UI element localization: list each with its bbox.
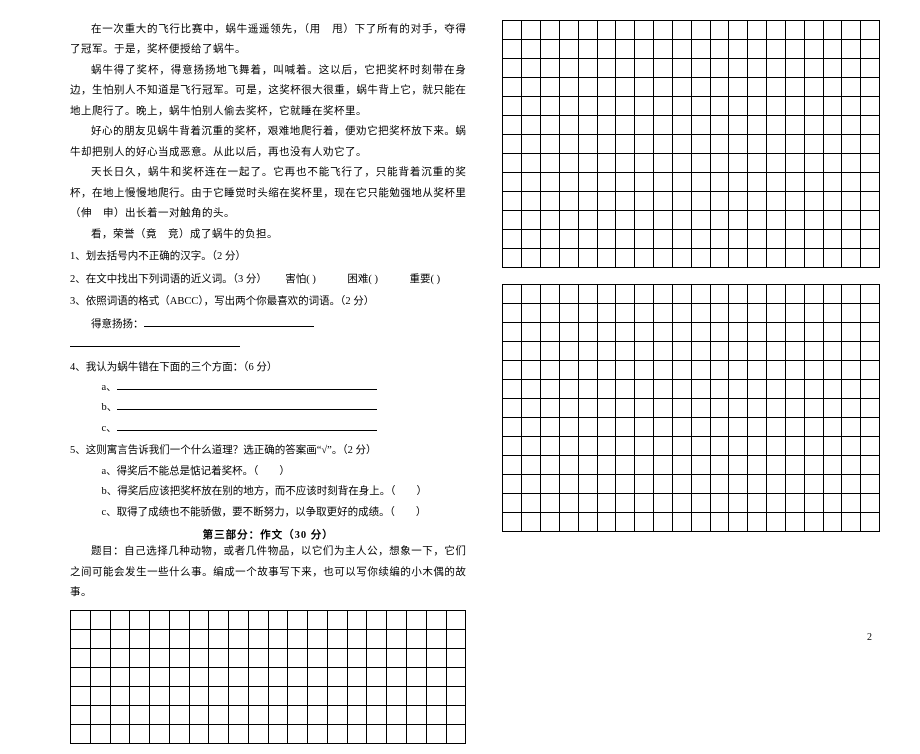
q3a-label: 得意扬扬：	[91, 319, 144, 330]
passage-p4: 天长日久，蜗牛和奖杯连在一起了。它再也不能飞行了，只能背着沉重的奖杯，在地上慢慢…	[70, 163, 466, 224]
q4a-line: a、	[70, 378, 466, 398]
q2-w3: ) 重要(	[375, 274, 435, 285]
blank[interactable]	[144, 315, 314, 327]
question-1: 1、划去括号内不正确的汉字。（2 分）	[70, 247, 466, 267]
q4b-line: b、	[70, 398, 466, 418]
writing-grid-right-bottom[interactable]	[502, 284, 880, 532]
passage-p5: 看，荣誉（竟 竞）成了蜗牛的负担。	[70, 225, 466, 245]
q2-w1: 害怕(	[285, 274, 310, 285]
q4c-line: c、	[70, 419, 466, 439]
q5b: b、得奖后应该把奖杯放在别的地方，而不应该时刻背在身上。（ ）	[70, 482, 466, 502]
blank[interactable]	[117, 378, 377, 390]
q2-w4: )	[437, 274, 441, 285]
q5c: c、取得了成绩也不能骄傲，要不断努力，以争取更好的成绩。（ ）	[70, 503, 466, 523]
q4c-label: c、	[102, 423, 117, 434]
passage-p2: 蜗牛得了奖杯，得意扬扬地飞舞着，叫喊着。这以后，它把奖杯时刻带在身边，生怕别人不…	[70, 61, 466, 122]
passage-p1: 在一次重大的飞行比赛中，蜗牛遥遥领先，（用 甩）下了所有的对手，夺得了冠军。于是…	[70, 20, 466, 61]
q4b-label: b、	[102, 402, 118, 413]
q2-text: 2、在文中找出下列词语的近义词。（3 分）	[70, 274, 262, 285]
q3-blank: 得意扬扬：	[70, 315, 466, 356]
passage-p3: 好心的朋友见蜗牛背着沉重的奖杯，艰难地爬行着，便劝它把奖杯放下来。蜗牛却把别人的…	[70, 122, 466, 163]
q2-w2: ) 困难(	[312, 274, 372, 285]
writing-grid-right-top[interactable]	[502, 20, 880, 268]
question-3: 3、依照词语的格式（ABCC），写出两个你最喜欢的词语。（2 分）	[70, 292, 466, 312]
question-5: 5、这则寓言告诉我们一个什么道理？选正确的答案画“√”。（2 分）	[70, 441, 466, 461]
question-2: 2、在文中找出下列词语的近义词。（3 分） 害怕( ) 困难( ) 重要( )	[70, 270, 466, 290]
left-column: 在一次重大的飞行比赛中，蜗牛遥遥领先，（用 甩）下了所有的对手，夺得了冠军。于是…	[70, 20, 466, 744]
right-column	[502, 20, 880, 744]
q4a-label: a、	[102, 382, 117, 393]
page-number: 2	[867, 632, 872, 643]
section-3-title: 第三部分：作文（30 分）	[70, 527, 466, 542]
question-4: 4、我认为蜗牛错在下面的三个方面：（6 分）	[70, 358, 466, 378]
blank[interactable]	[117, 399, 377, 411]
essay-prompt: 题目：自己选择几种动物，或者几件物品，以它们为主人公，想象一下，它们之间可能会发…	[70, 542, 466, 603]
q5a: a、得奖后不能总是惦记着奖杯。（ ）	[70, 462, 466, 482]
blank[interactable]	[70, 336, 240, 348]
writing-grid-left[interactable]	[70, 610, 466, 744]
blank[interactable]	[117, 419, 377, 431]
